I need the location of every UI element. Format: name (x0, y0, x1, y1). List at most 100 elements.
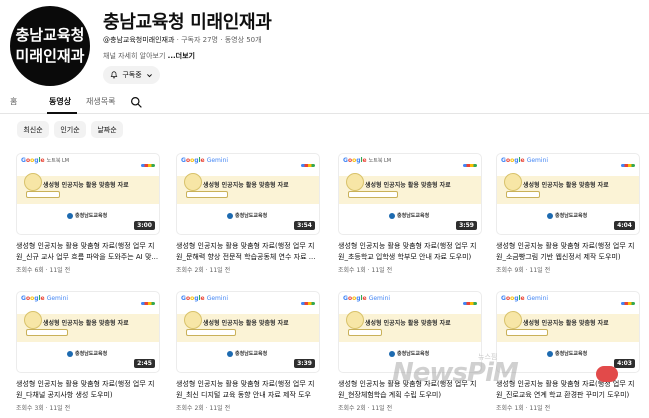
video-title[interactable]: 생성형 인공지능 활용 맞춤형 자료(행정 업무 지원_다채널 공지사항 생성 … (16, 379, 160, 401)
thumb-org: 충청남도교육청 (67, 212, 107, 219)
search-icon[interactable] (130, 94, 143, 113)
thumb-org: 충청남도교육청 (547, 212, 587, 219)
video-thumbnail[interactable]: Google Gemini 생성형 인공지능 활용 맞춤형 자료 충청남도교육청 3:… (176, 153, 320, 235)
channel-tabs: 홈 동영상 재생목록 (0, 92, 649, 114)
thumb-headline: 생성형 인공지능 활용 맞춤형 자료 (203, 320, 289, 327)
video-duration: 3:59 (456, 221, 477, 230)
thumb-pill (26, 191, 60, 198)
thumb-brand-word: Gemini (526, 295, 549, 302)
watermark-logo-icon (596, 366, 618, 382)
subscribe-button[interactable]: 구독중 (103, 66, 160, 84)
thumb-brand: Google Gemini (181, 295, 229, 302)
channel-handle: @충남교육청미래인재과 (103, 36, 175, 44)
thumb-brand-word: Gemini (46, 295, 69, 302)
sort-chips: 최신순 인기순 날짜순 (0, 121, 649, 139)
video-stats: 조회수 1회 · 11일 전 (496, 405, 551, 412)
brand-color-bar (621, 302, 635, 305)
thumb-pill (186, 191, 228, 198)
thumb-headline: 생성형 인공지능 활용 맞춤형 자료 (365, 320, 451, 327)
thumb-org: 충청남도교육청 (389, 212, 429, 219)
video-duration: 4:03 (614, 359, 635, 368)
brand-color-bar (301, 164, 315, 167)
thumb-pill (506, 329, 548, 336)
thumb-brand-word: Gemini (206, 295, 229, 302)
video-thumbnail[interactable]: Google 노트북 LM 생성형 인공지능 활용 맞춤형 자료충청남도교육청 3:0… (16, 153, 160, 235)
video-title[interactable]: 생성형 인공지능 활용 맞춤형 자료(행정 업무 지원_문해력 향상 전문적 학… (176, 241, 320, 263)
brand-color-bar (301, 302, 315, 305)
video-title[interactable]: 생성형 인공지능 활용 맞춤형 자료(행정 업무 지원_신규 교사 업무 흐름 … (16, 241, 160, 263)
video-thumbnail[interactable]: Google 노트북 LM 생성형 인공지능 활용 맞춤형 자료충청남도교육청 3:5… (338, 153, 482, 235)
brand-color-bar (621, 164, 635, 167)
thumb-brand: Google Gemini (21, 295, 69, 302)
thumb-org: 충청남도교육청 (227, 212, 267, 219)
thumb-headline: 생성형 인공지능 활용 맞춤형 자료 (523, 182, 609, 189)
thumb-badge (346, 311, 364, 329)
channel-title: 충남교육청 미래인재과 (103, 12, 272, 33)
thumb-badge (504, 173, 522, 191)
description-text: 채널 자세히 알아보기 (103, 52, 166, 60)
active-tab-indicator (47, 112, 77, 114)
thumb-brand: Google Gemini (181, 157, 229, 164)
channel-header: 충남교육청 미래인재과 충남교육청 미래인재과 @충남교육청미래인재과 · 구독… (0, 0, 649, 88)
thumb-brand: Google 노트북 LM (21, 157, 70, 164)
video-title[interactable]: 생성형 인공지능 활용 맞춤형 자료(행정 업무 지원_초등학교 입학생 학부모… (338, 241, 482, 263)
thumb-badge (24, 311, 42, 329)
chip-latest[interactable]: 최신순 (17, 121, 49, 138)
thumb-org: 충청남도교육청 (547, 350, 587, 357)
chip-date[interactable]: 날짜순 (91, 121, 123, 138)
video-duration: 3:39 (294, 359, 315, 368)
thumb-headline: 생성형 인공지능 활용 맞춤형 자료 (365, 182, 451, 189)
video-stats: 조회수 1회 · 11일 전 (338, 267, 393, 274)
video-stats: 조회수 3회 · 11일 전 (16, 405, 71, 412)
watermark-text: NewsPiM (392, 358, 519, 388)
thumb-org: 충청남도교육청 (67, 350, 107, 357)
thumb-headline: 생성형 인공지능 활용 맞춤형 자료 (523, 320, 609, 327)
tab-home[interactable]: 홈 (10, 96, 17, 107)
thumb-brand: Google Gemini (501, 157, 549, 164)
thumb-brand-word: Gemini (206, 157, 229, 164)
video-title[interactable]: 생성형 인공지능 활용 맞춤형 자료(행정 업무 지원_최신 디지털 교육 동향… (176, 379, 320, 401)
thumb-pill (348, 191, 398, 198)
avatar-line1: 충남교육청 (15, 26, 85, 44)
thumb-badge (184, 173, 202, 191)
brand-color-bar (463, 164, 477, 167)
thumb-badge (346, 173, 364, 191)
thumb-brand-sub: 노트북 LM (46, 158, 70, 164)
channel-meta: @충남교육청미래인재과 · 구독자 27명 · 동영상 50개 (103, 36, 262, 44)
tab-playlists[interactable]: 재생목록 (86, 96, 115, 107)
more-link[interactable]: ...더보기 (168, 52, 195, 60)
chevron-down-icon (146, 73, 152, 77)
brand-color-bar (463, 302, 477, 305)
thumb-brand-sub: 노트북 LM (368, 158, 392, 164)
bell-icon (110, 71, 118, 79)
avatar-line2: 미래인재과 (15, 47, 85, 65)
thumb-org: 충청남도교육청 (389, 350, 429, 357)
thumb-pill (506, 191, 540, 198)
thumb-headline: 생성형 인공지능 활용 맞춤형 자료 (43, 182, 129, 189)
thumb-badge (24, 173, 42, 191)
video-thumbnail[interactable]: Google Gemini 생성형 인공지능 활용 맞춤형 자료충청남도교육청 4:… (496, 153, 640, 235)
video-stats: 조회수 6회 · 11일 전 (16, 267, 71, 274)
tab-videos[interactable]: 동영상 (49, 96, 71, 107)
brand-color-bar (141, 302, 155, 305)
thumb-badge (184, 311, 202, 329)
video-duration: 3:00 (134, 221, 155, 230)
thumb-pill (26, 329, 68, 336)
video-title[interactable]: 생성형 인공지능 활용 맞춤형 자료(행정 업무 지원_소금빵그림 기반 웹신정… (496, 241, 640, 263)
thumb-headline: 생성형 인공지능 활용 맞춤형 자료 (43, 320, 129, 327)
thumb-org: 충청남도교육청 (227, 350, 267, 357)
thumb-badge (504, 311, 522, 329)
thumb-pill (186, 329, 236, 336)
video-thumbnail[interactable]: Google Gemini 생성형 인공지능 활용 맞춤형 자료충청남도교육청 3:… (176, 291, 320, 373)
video-thumbnail[interactable]: Google Gemini 생성형 인공지능 활용 맞춤형 자료 충청남도교육청 2:… (16, 291, 160, 373)
video-duration: 4:04 (614, 221, 635, 230)
video-duration: 3:54 (294, 221, 315, 230)
thumb-brand-word: Gemini (368, 295, 391, 302)
thumb-brand: Google 노트북 LM (343, 157, 392, 164)
thumb-brand: Google Gemini (501, 295, 549, 302)
channel-description[interactable]: 채널 자세히 알아보기 ...더보기 (103, 51, 195, 61)
thumb-brand: Google Gemini (343, 295, 391, 302)
chip-popular[interactable]: 인기순 (54, 121, 86, 138)
subscribe-label: 구독중 (122, 71, 142, 79)
channel-avatar[interactable]: 충남교육청 미래인재과 (10, 6, 90, 86)
